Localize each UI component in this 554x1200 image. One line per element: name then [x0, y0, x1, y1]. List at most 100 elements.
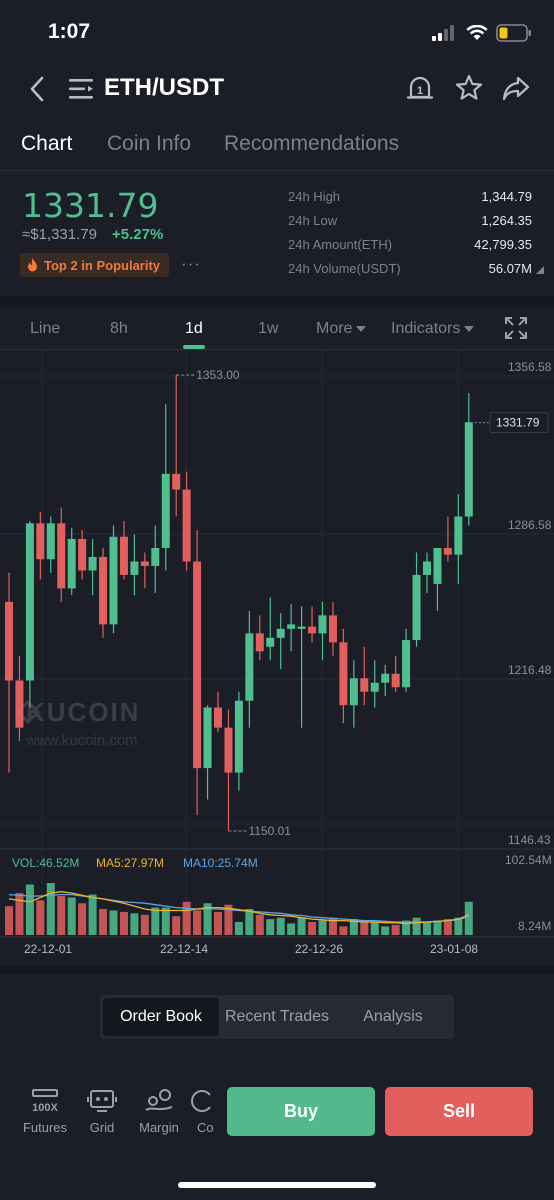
volume-bar [67, 897, 76, 935]
tool-grid[interactable]: Grid [74, 1088, 130, 1135]
candle-body [318, 615, 327, 634]
candle-body [308, 626, 317, 634]
volume-bar [99, 909, 108, 935]
candle-body [423, 561, 431, 575]
volume-bar [433, 920, 442, 935]
volume-bar [130, 913, 139, 935]
sell-button[interactable]: Sell [385, 1087, 533, 1136]
tool-futures[interactable]: 100X Futures [17, 1088, 73, 1135]
volume-bar [140, 914, 149, 935]
volume-bar [119, 911, 128, 935]
favorite-star-icon[interactable] [453, 72, 485, 104]
tab-coin-info[interactable]: Coin Info [107, 132, 191, 156]
volume-bar [297, 917, 306, 935]
back-icon[interactable] [24, 74, 52, 104]
candle-body [57, 523, 66, 589]
candle-body [224, 727, 233, 773]
tool-futures-label: Futures [22, 1120, 68, 1135]
last-price: 1331.79 [22, 186, 159, 225]
volume-bar [57, 896, 66, 935]
candle-body [172, 473, 181, 490]
volume-ma5-line [8, 891, 470, 925]
buy-button[interactable]: Buy [227, 1087, 375, 1136]
price-alert-icon[interactable]: 1 [404, 72, 436, 104]
candle-body [391, 673, 400, 688]
interval-1d[interactable]: 1d [185, 320, 203, 338]
signal-icon [432, 25, 454, 41]
volume-bar [193, 910, 202, 935]
candle-body [119, 536, 128, 575]
candle-body [5, 601, 13, 681]
candle-body [266, 637, 275, 647]
volume-max-label: 102.54M [505, 853, 552, 867]
tab-analysis[interactable]: Analysis [335, 998, 451, 1036]
tool-convert[interactable]: Co [184, 1088, 224, 1135]
interval-1w[interactable]: 1w [258, 320, 278, 338]
fiat-price: ≈$1,331.79 [22, 226, 97, 243]
candle-body [433, 547, 442, 584]
corner-triangle-icon [536, 266, 544, 274]
home-indicator [178, 1182, 376, 1188]
volume-bar [109, 910, 118, 935]
candle-body [234, 700, 243, 773]
popularity-badge[interactable]: Top 2 in Popularity [20, 253, 170, 277]
tab-recommendations[interactable]: Recommendations [224, 132, 399, 156]
popularity-text: Top 2 in Popularity [44, 257, 161, 273]
candle-body [454, 516, 463, 555]
volume-bar [381, 926, 390, 935]
tab-recent-trades[interactable]: Recent Trades [219, 998, 335, 1036]
candle-body [46, 523, 55, 560]
tool-margin-label: Margin [139, 1120, 179, 1135]
volume-bar [443, 919, 452, 935]
candle-body [360, 678, 369, 692]
tool-margin[interactable]: Margin [131, 1088, 187, 1135]
more-dots-icon[interactable]: ··· [181, 254, 201, 274]
candle-body [140, 561, 149, 566]
stat-24h-high-value: 1,344.79 [481, 189, 532, 204]
x-axis-tick-label: 22-12-01 [24, 942, 72, 956]
pair-title[interactable]: ETH/USDT [104, 74, 224, 102]
tab-order-book[interactable]: Order Book [103, 998, 219, 1036]
volume-ma10-line [8, 893, 470, 923]
volume-bar [182, 901, 191, 935]
candle-body [339, 642, 348, 706]
volume-bar [370, 922, 379, 935]
candle-body [193, 561, 202, 769]
share-icon[interactable] [500, 72, 532, 104]
candle-body [443, 547, 452, 555]
fullscreen-icon[interactable] [504, 316, 528, 340]
candle-body [99, 556, 108, 625]
volume-bar [391, 924, 400, 935]
menu-icon[interactable] [68, 76, 96, 102]
candle-body [36, 523, 45, 560]
candle-body [203, 707, 212, 769]
candle-body [245, 633, 254, 701]
caret-down-icon [464, 326, 475, 332]
status-icons [432, 22, 532, 44]
convert-icon [191, 1090, 211, 1112]
volume-bar [214, 911, 222, 935]
stat-24h-amount-label: 24h Amount(ETH) [288, 237, 393, 252]
volume-bar [423, 922, 431, 935]
price-axis-label: 1216.48 [508, 663, 552, 677]
order-panel-switcher: Order Book Recent Trades Analysis [100, 995, 454, 1039]
interval-8h[interactable]: 8h [110, 320, 128, 338]
stat-24h-high-label: 24h High [288, 189, 341, 204]
candle-body [109, 536, 118, 625]
price-axis-label: 1286.58 [508, 518, 552, 532]
candle-body [67, 538, 76, 589]
stat-24h-volume-label: 24h Volume(USDT) [288, 261, 401, 276]
candle-body [287, 624, 296, 629]
indicators-menu[interactable]: Indicators [391, 320, 475, 338]
candle-body [130, 561, 139, 575]
flame-icon [28, 258, 37, 272]
wifi-icon [466, 25, 488, 40]
volume-bar [255, 914, 264, 935]
caret-down-icon [356, 326, 367, 332]
tab-chart[interactable]: Chart [21, 132, 72, 156]
interval-line[interactable]: Line [30, 320, 60, 338]
futures-100x-icon: 100X [32, 1089, 59, 1114]
candlestick-chart[interactable]: KUCOIN www.kucoin.com 1353.00 1150.01 1331.7… [0, 349, 554, 966]
tool-convert-label: Co [197, 1120, 214, 1135]
interval-more[interactable]: More [316, 320, 367, 338]
